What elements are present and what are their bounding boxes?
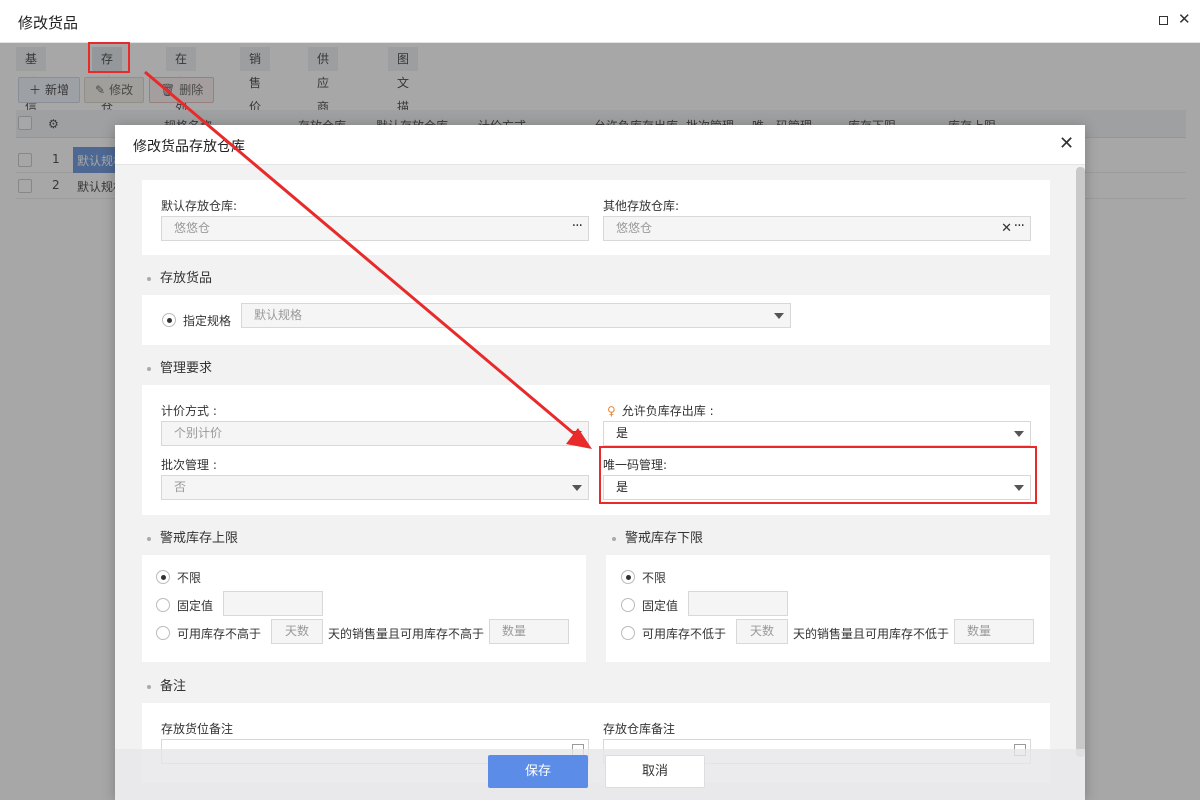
- arrow-line: [144, 70, 579, 439]
- annotation-arrow: [144, 70, 592, 449]
